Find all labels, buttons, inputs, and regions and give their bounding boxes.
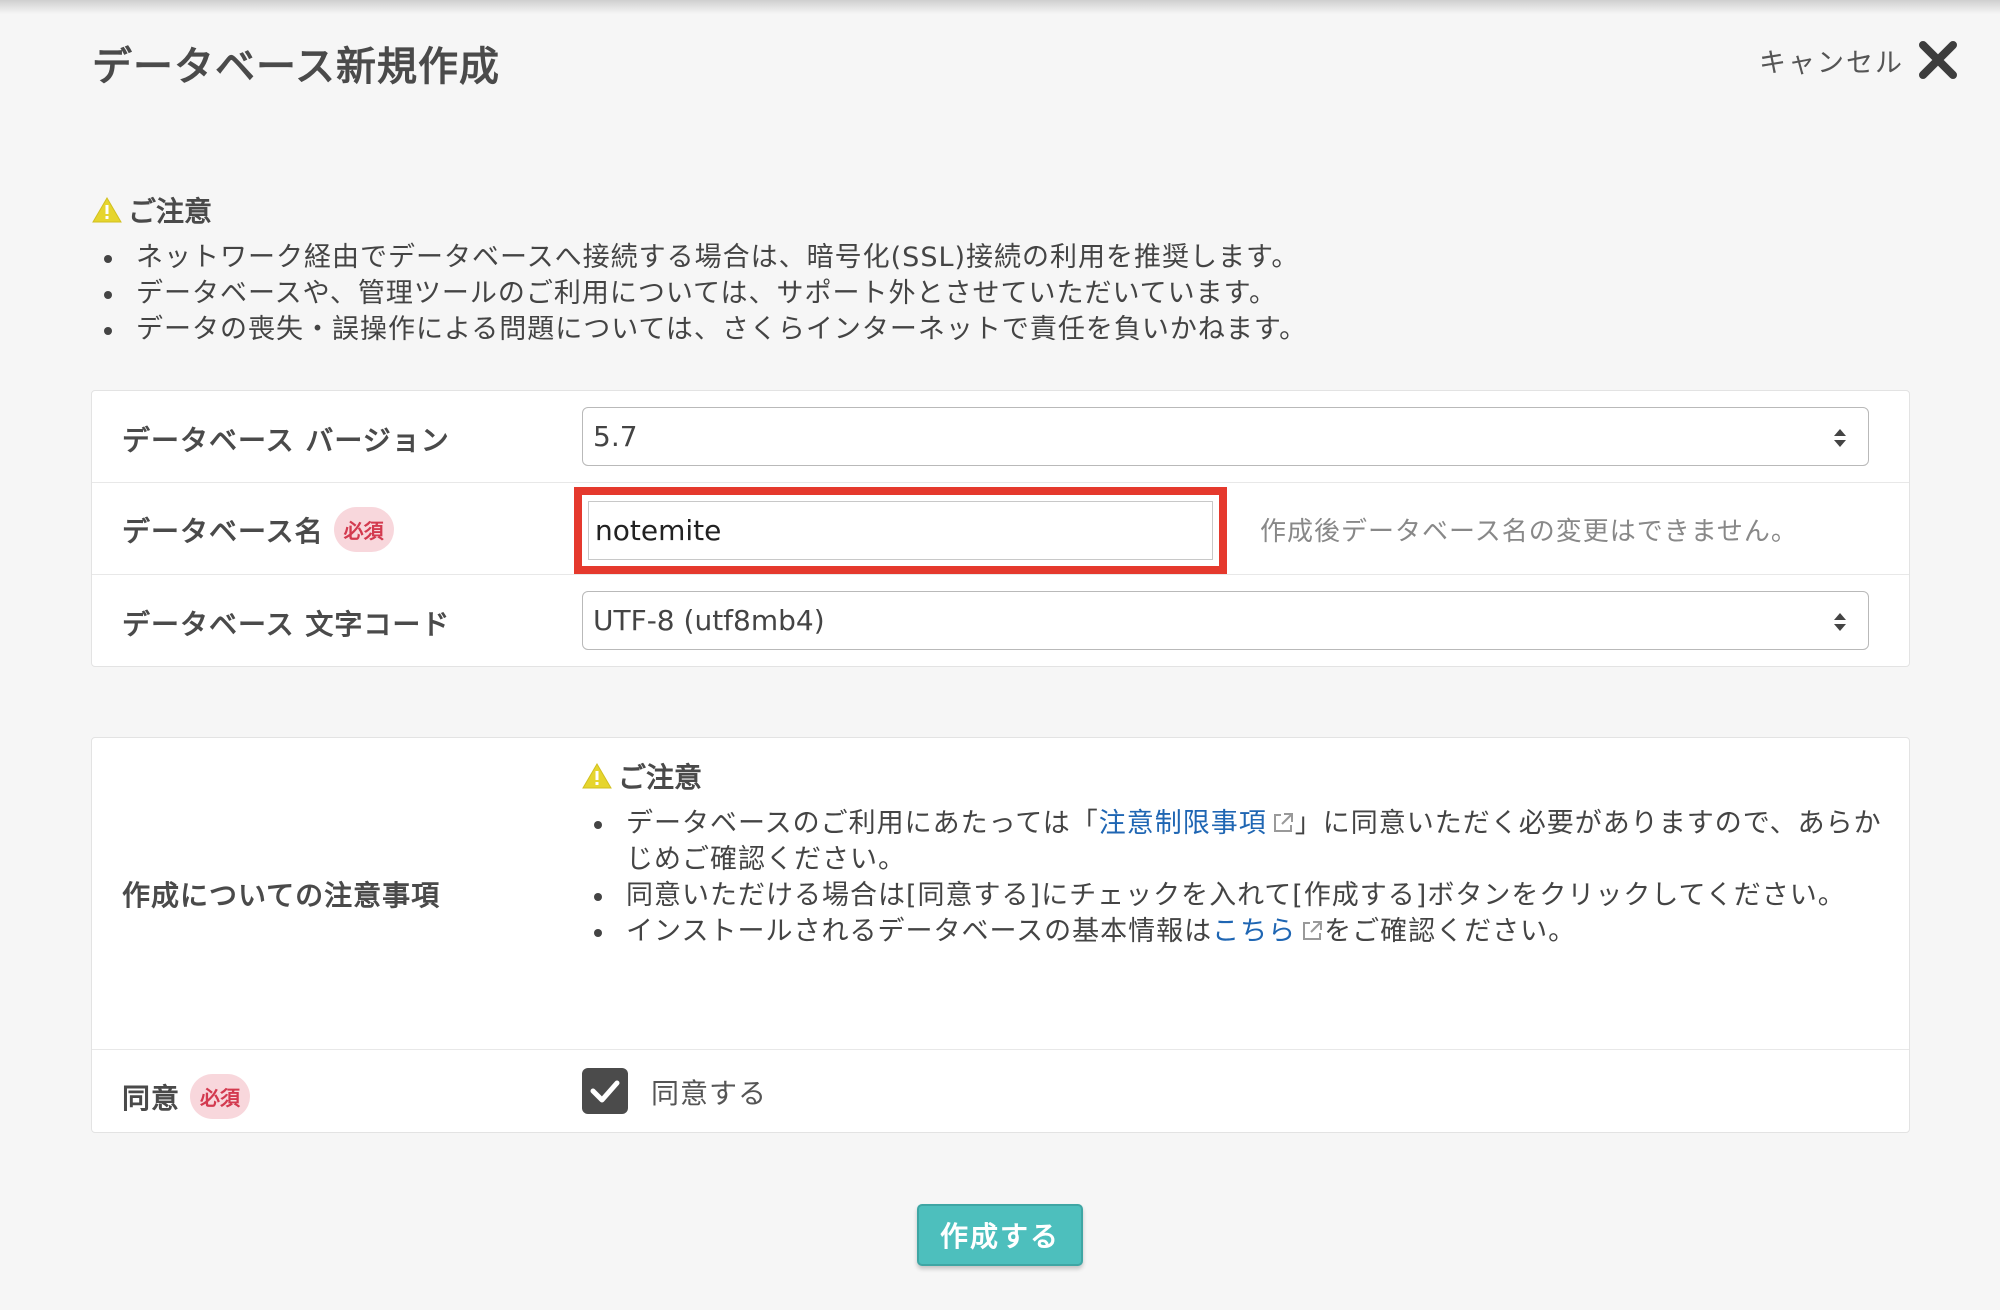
notice-heading: ご注意: [92, 190, 1912, 230]
notice-item: データベースや、管理ツールのご利用については、サポート外とさせていただいています…: [92, 276, 1912, 312]
terms-item: インストールされるデータベースの基本情報はこちら をご確認ください。: [582, 914, 1882, 950]
warning-icon: [92, 197, 122, 223]
required-badge: 必須: [333, 507, 394, 552]
terms-list: データベースのご利用にあたっては「注意制限事項 」に同意いただく必要がありますので…: [582, 806, 1882, 950]
terms-notice-heading-text: ご注意: [618, 761, 703, 794]
cancel-label: キャンセル: [1759, 47, 1904, 79]
page-title: データベース新規作成: [92, 44, 500, 90]
create-button[interactable]: 作成する: [917, 1204, 1083, 1266]
charset-label-text: データベース 文字コード: [122, 608, 451, 641]
terms-notice: ご注意 データベースのご利用にあたっては「注意制限事項 」に同意いただく必要があり…: [582, 756, 1882, 950]
charset-select-value: UTF-8 (utf8mb4): [593, 604, 825, 637]
notice-section: ご注意 ネットワーク経由でデータベースへ接続する場合は、暗号化(SSL)接続の利…: [92, 190, 1912, 348]
database-info-link[interactable]: こちら: [1212, 916, 1296, 947]
terms-panel: 作成についての注意事項 ご注意 データベースのご利用にあたっては「注意制限事項」…: [91, 737, 1910, 1133]
notice-item: ネットワーク経由でデータベースへ接続する場合は、暗号化(SSL)接続の利用を推奨…: [92, 240, 1912, 276]
notice-heading-text: ご注意: [128, 195, 213, 228]
database-name-input[interactable]: [588, 501, 1213, 560]
database-settings-panel: データベース バージョン 5.7 データベース名 必須 作成後データベース名の変…: [91, 390, 1910, 667]
name-label-text: データベース名: [122, 514, 324, 548]
external-link-icon: [1273, 813, 1293, 832]
agree-checkbox-label[interactable]: 同意する: [651, 1072, 767, 1112]
charset-label: データベース 文字コード: [122, 603, 450, 643]
terms-item-text: インストールされるデータベースの基本情報は: [626, 916, 1213, 947]
agreement-label: 同意 必須: [122, 1074, 251, 1119]
close-icon: [1919, 41, 1957, 79]
agree-checkbox[interactable]: [582, 1068, 628, 1114]
terms-item: 同意いただける場合は[同意する]にチェックを入れて[作成する]ボタンをクリックし…: [582, 878, 1882, 914]
agreement-label-text: 同意: [122, 1081, 181, 1115]
name-note: 作成後データベース名の変更はできません。: [1260, 517, 1798, 547]
top-shadow: [0, 0, 2000, 14]
cancel-button[interactable]: キャンセル: [1759, 38, 1960, 82]
agreement-row: 同意 必須 同意する: [92, 1050, 1909, 1134]
charset-row: データベース 文字コード UTF-8 (utf8mb4): [92, 575, 1909, 668]
external-link-icon: [1303, 921, 1323, 940]
terms-item-text: をご確認ください。: [1324, 916, 1577, 947]
notice-list: ネットワーク経由でデータベースへ接続する場合は、暗号化(SSL)接続の利用を推奨…: [92, 240, 1912, 348]
restrictions-link[interactable]: 注意制限事項: [1099, 808, 1267, 839]
version-select[interactable]: 5.7: [582, 407, 1869, 466]
version-select-value: 5.7: [593, 420, 638, 453]
select-arrows-icon: [1834, 613, 1846, 631]
warning-icon: [582, 763, 612, 789]
name-highlight-frame: [574, 487, 1227, 574]
name-label: データベース名 必須: [122, 507, 394, 552]
terms-label-text: 作成についての注意事項: [122, 879, 441, 912]
checkmark-icon: [590, 1080, 620, 1103]
required-badge: 必須: [190, 1074, 251, 1119]
terms-notice-heading: ご注意: [582, 756, 1882, 796]
terms-item-text: データベースのご利用にあたっては「: [626, 808, 1099, 839]
terms-label: 作成についての注意事項: [122, 874, 440, 914]
version-label: データベース バージョン: [122, 419, 450, 459]
notice-item: データの喪失・誤操作による問題については、さくらインターネットで責任を負いかねま…: [92, 312, 1912, 348]
charset-select[interactable]: UTF-8 (utf8mb4): [582, 591, 1869, 650]
version-label-text: データベース バージョン: [122, 424, 450, 457]
select-arrows-icon: [1834, 429, 1846, 447]
terms-item: データベースのご利用にあたっては「注意制限事項 」に同意いただく必要がありますので…: [582, 806, 1882, 878]
version-row: データベース バージョン 5.7: [92, 391, 1909, 483]
terms-row: 作成についての注意事項 ご注意 データベースのご利用にあたっては「注意制限事項」…: [92, 738, 1909, 1050]
name-row: データベース名 必須 作成後データベース名の変更はできません。: [92, 483, 1909, 575]
